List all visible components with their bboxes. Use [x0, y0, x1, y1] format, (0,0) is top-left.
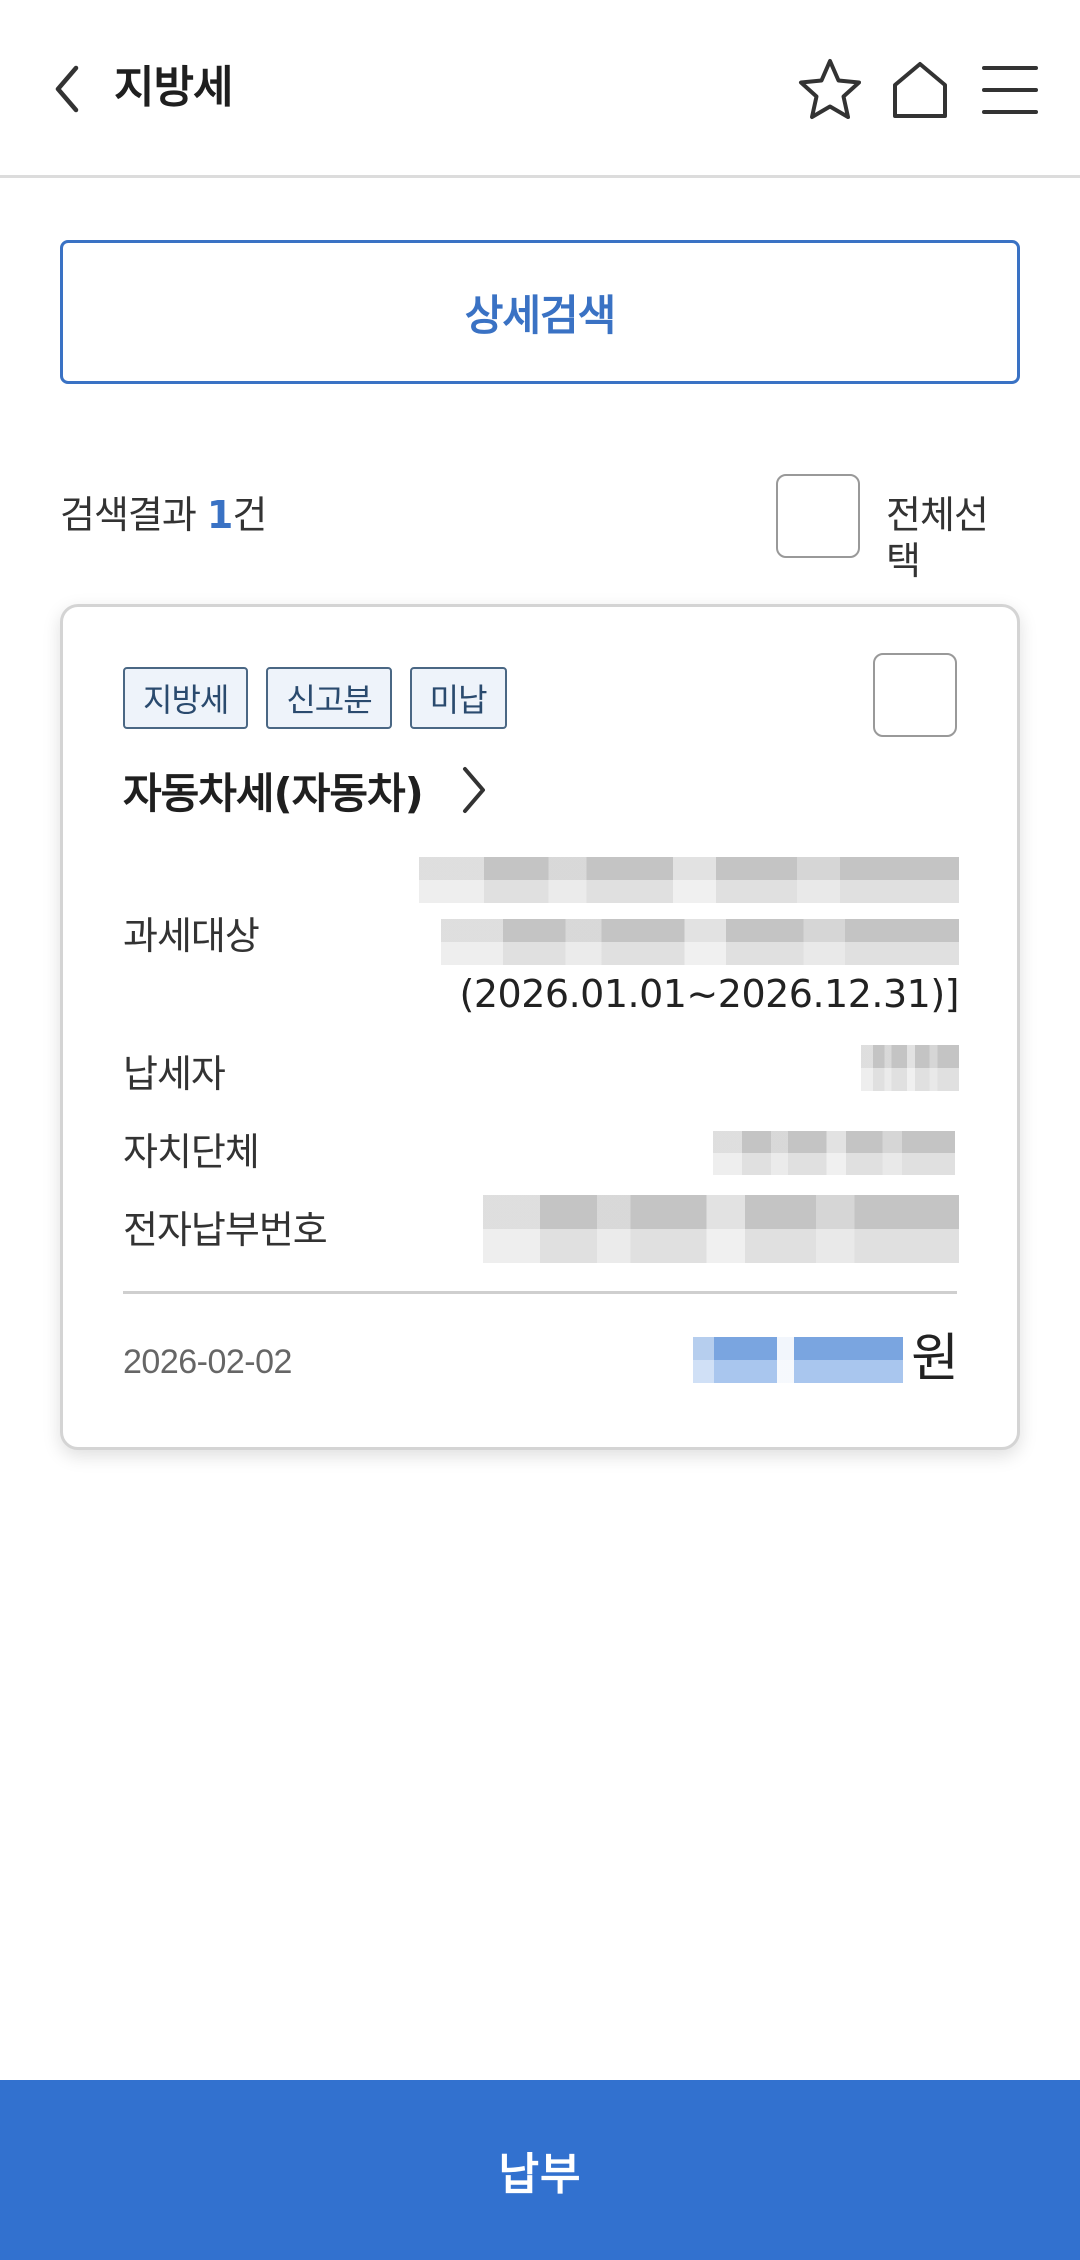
select-all-control[interactable]: 전체선택: [776, 474, 1020, 583]
masked-taxpayer: [861, 1045, 959, 1091]
detail-search-button[interactable]: 상세검색: [60, 240, 1020, 384]
app-header: 지방세: [0, 0, 1080, 178]
masked-municipality: [713, 1131, 955, 1175]
home-icon: [893, 62, 947, 118]
tax-name: 자동차세(자동차): [123, 768, 424, 818]
star-icon: [799, 59, 861, 119]
municipality-label: 자치단체: [123, 1130, 260, 1174]
payment-number-label: 전자납부번호: [123, 1208, 328, 1252]
back-arrow-icon: [55, 65, 79, 113]
card-divider: [123, 1291, 957, 1294]
menu-icon: [982, 66, 1038, 114]
result-count: 1: [206, 493, 233, 537]
select-all-label: 전체선택: [886, 493, 989, 583]
tag-report-type: 신고분: [266, 667, 392, 729]
tax-item-card: 지방세 신고분 미납 자동차세(자동차) 과세대상 (2026.01.01~20…: [60, 604, 1020, 1450]
result-count-text: 검색결과 1건: [60, 492, 267, 538]
taxpayer-label: 납세자: [123, 1052, 226, 1096]
target-label: 과세대상: [123, 914, 260, 958]
masked-target-line-2: [441, 919, 959, 965]
tag-group: 지방세 신고분 미납: [123, 667, 507, 729]
currency-unit: 원: [911, 1329, 959, 1389]
select-all-checkbox[interactable]: [776, 474, 860, 558]
masked-payment-number: [483, 1195, 959, 1263]
pay-button[interactable]: 납부: [0, 2080, 1080, 2260]
tag-local-tax: 지방세: [123, 667, 249, 729]
tag-unpaid: 미납: [409, 667, 507, 729]
result-count-prefix: 검색결과: [60, 493, 207, 537]
masked-amount: [693, 1337, 903, 1383]
menu-button[interactable]: [972, 52, 1048, 128]
favorite-button[interactable]: [792, 52, 868, 128]
target-period: (2026.01.01~2026.12.31)]: [459, 972, 960, 1016]
tax-detail-link[interactable]: 자동차세(자동차): [123, 755, 489, 825]
page-title: 지방세: [114, 62, 233, 113]
masked-target-line-1: [419, 857, 959, 903]
result-count-suffix: 건: [232, 493, 267, 537]
chevron-right-icon: [459, 765, 489, 815]
home-button[interactable]: [882, 52, 958, 128]
result-summary-row: 검색결과 1건 전체선택: [60, 470, 1020, 583]
due-date: 2026-02-02: [123, 1343, 292, 1381]
item-checkbox[interactable]: [873, 653, 957, 737]
back-button[interactable]: [40, 54, 94, 124]
